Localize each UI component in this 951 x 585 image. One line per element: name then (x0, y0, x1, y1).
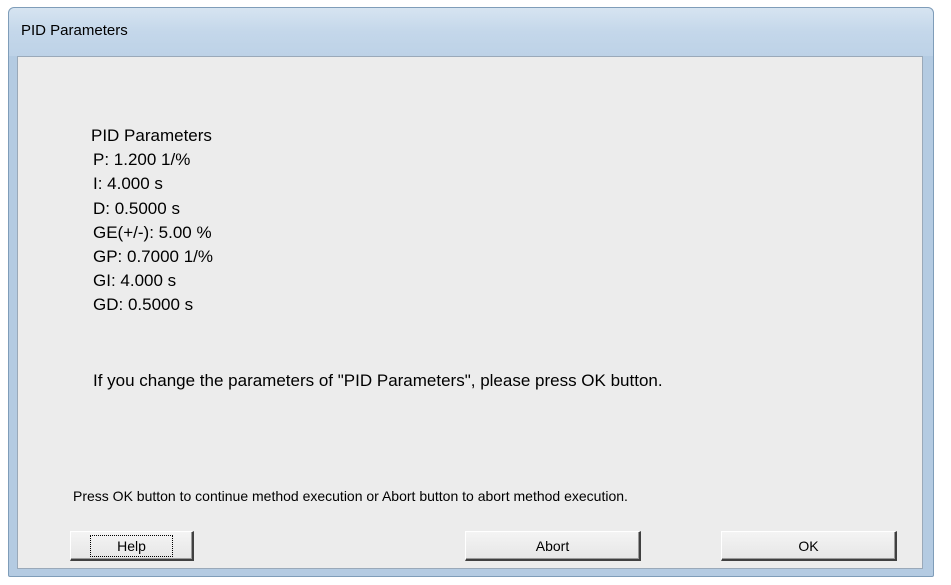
abort-button-label: Abort (535, 537, 570, 554)
ok-button[interactable]: OK (721, 531, 897, 561)
parameter-p: P: 1.200 1/% (93, 150, 191, 170)
change-parameters-message: If you change the parameters of "PID Par… (93, 371, 663, 390)
pid-parameters-dialog: PID Parameters PID Parameters P: 1.200 1… (8, 7, 934, 577)
parameter-gi: GI: 4.000 s (93, 271, 177, 291)
pid-parameter-list: PID Parameters P: 1.200 1/% I: 4.000 s D… (91, 124, 213, 318)
window-title: PID Parameters (21, 22, 128, 39)
help-button-label: Help (90, 534, 173, 557)
help-button[interactable]: Help (70, 531, 194, 561)
abort-button[interactable]: Abort (465, 531, 641, 561)
parameter-gp: GP: 0.7000 1/% (93, 247, 214, 267)
parameter-heading: PID Parameters (91, 126, 212, 145)
parameter-d: D: 0.5000 s (93, 198, 180, 218)
parameter-ge: GE(+/-): 5.00 % (93, 222, 212, 242)
parameter-i: I: 4.000 s (93, 174, 163, 194)
ok-button-label: OK (798, 537, 819, 554)
parameter-gd: GD: 0.5000 s (93, 295, 194, 315)
dialog-body: PID Parameters P: 1.200 1/% I: 4.000 s D… (17, 56, 923, 569)
execution-instructions: Press OK button to continue method execu… (73, 488, 628, 504)
title-bar[interactable]: PID Parameters (9, 8, 933, 56)
